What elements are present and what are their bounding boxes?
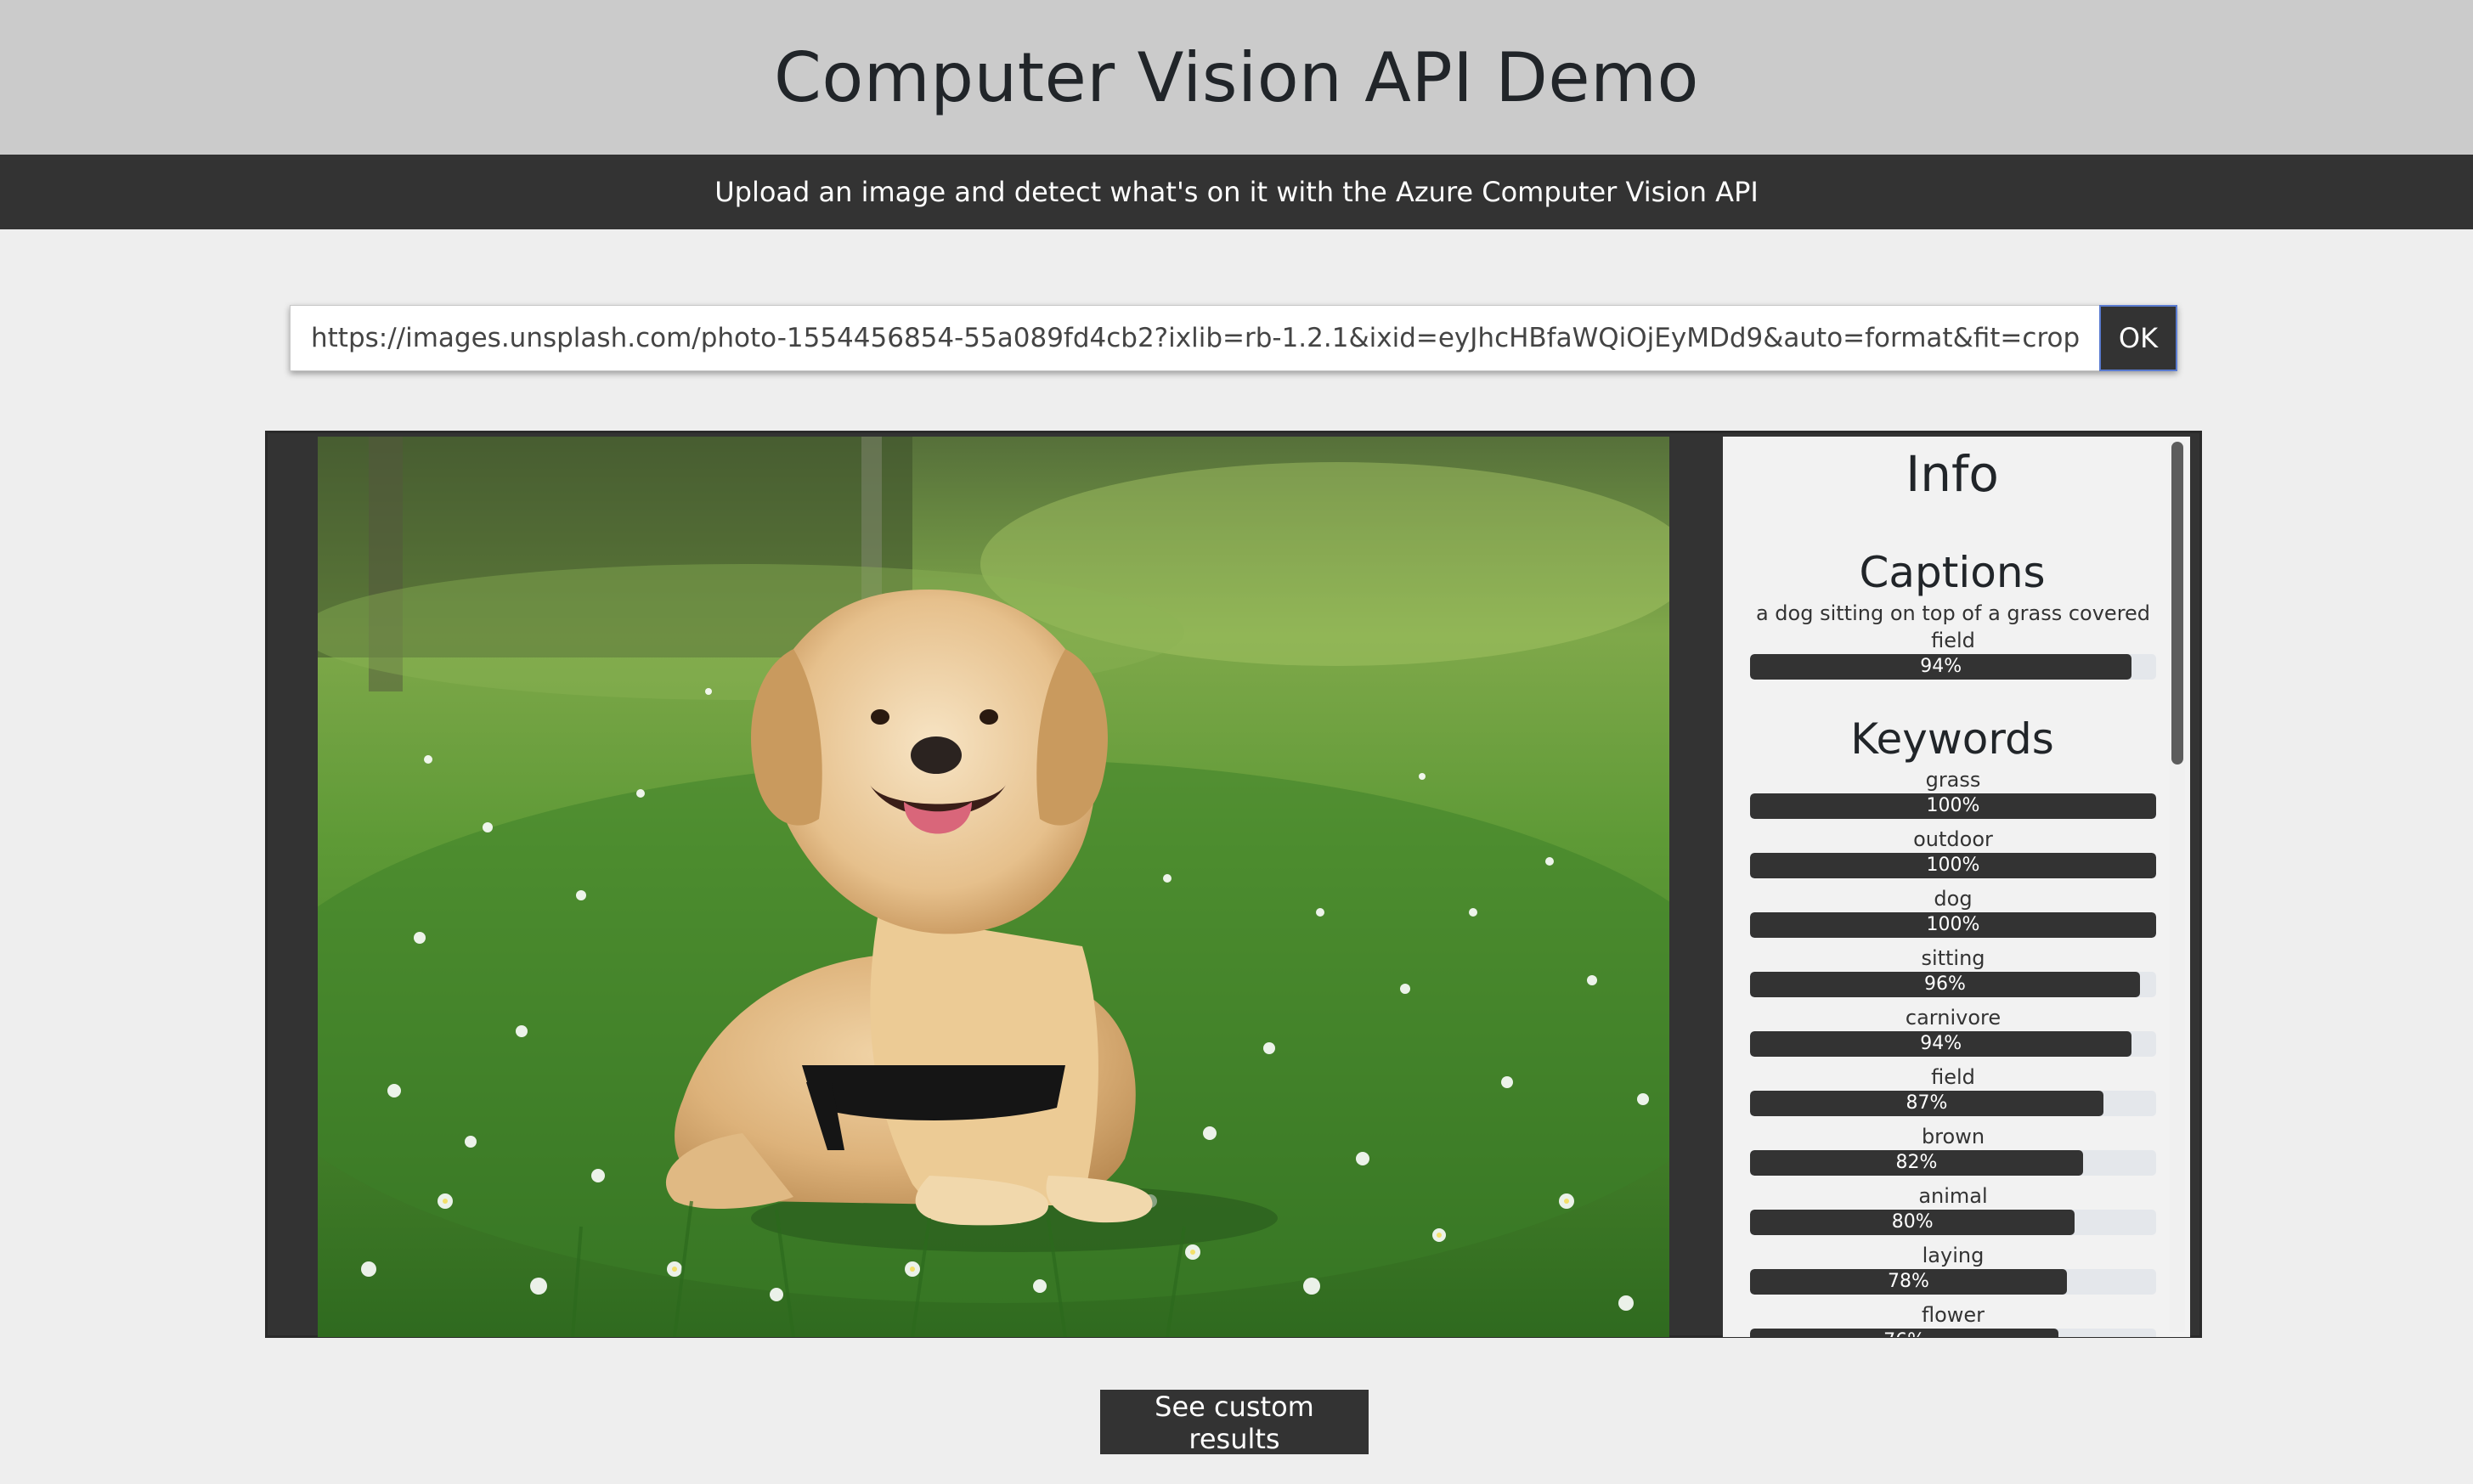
- image-url-input[interactable]: [290, 305, 2099, 371]
- keyword-confidence-bar: 96%: [1750, 972, 2156, 997]
- ok-button[interactable]: OK: [2099, 305, 2177, 371]
- keyword-label: dog: [1934, 887, 1973, 911]
- keyword-confidence-fill: 96%: [1750, 972, 2140, 997]
- keyword-confidence-bar: 82%: [1750, 1150, 2156, 1176]
- subtitle-text: Upload an image and detect what's on it …: [714, 176, 1759, 208]
- keyword-confidence-fill: 80%: [1750, 1210, 2075, 1235]
- subtitle-bar: Upload an image and detect what's on it …: [0, 155, 2473, 229]
- keyword-confidence-bar: 78%: [1750, 1269, 2156, 1295]
- info-panel[interactable]: Info Captions a dog sitting on top of a …: [1723, 437, 2190, 1337]
- keywords-heading: Keywords: [1850, 714, 2054, 764]
- result-panel: Info Captions a dog sitting on top of a …: [265, 431, 2202, 1338]
- keyword-confidence-fill: 82%: [1750, 1150, 2083, 1176]
- header: Computer Vision API Demo: [0, 0, 2473, 155]
- keyword-label: outdoor: [1913, 827, 1993, 851]
- caption-confidence-bar: 94%: [1750, 654, 2156, 680]
- keyword-item: grass 100%: [1750, 766, 2156, 819]
- keyword-confidence-fill: 76%: [1750, 1329, 2059, 1337]
- keyword-label: sitting: [1921, 946, 1985, 970]
- keyword-confidence-bar: 100%: [1750, 793, 2156, 819]
- keyword-label: carnivore: [1905, 1006, 2002, 1030]
- info-scrollbar[interactable]: [2170, 442, 2185, 1332]
- keyword-item: field 87%: [1750, 1064, 2156, 1116]
- keyword-confidence-fill: 100%: [1750, 793, 2156, 819]
- analyzed-image: [318, 437, 1669, 1337]
- keyword-label: grass: [1925, 768, 1981, 792]
- keyword-item: outdoor 100%: [1750, 826, 2156, 878]
- keyword-item: flower 76%: [1750, 1301, 2156, 1337]
- info-title: Info: [1906, 445, 1999, 503]
- captions-heading: Captions: [1859, 548, 2046, 597]
- caption-text: a dog sitting on top of a grass covered …: [1755, 601, 2151, 652]
- keyword-confidence-fill: 100%: [1750, 853, 2156, 878]
- keyword-label: laying: [1922, 1244, 1985, 1267]
- page-title: Computer Vision API Demo: [774, 37, 1699, 117]
- keyword-list: grass 100% outdoor 100% dog 100% sitting…: [1723, 766, 2182, 1337]
- keyword-confidence-bar: 80%: [1750, 1210, 2156, 1235]
- keyword-item: sitting 96%: [1750, 945, 2156, 997]
- keyword-confidence-bar: 87%: [1750, 1091, 2156, 1116]
- info-content: Info Captions a dog sitting on top of a …: [1723, 437, 2182, 1337]
- keyword-label: field: [1931, 1065, 1975, 1089]
- keyword-item: animal 80%: [1750, 1182, 2156, 1235]
- caption-confidence-fill: 94%: [1750, 654, 2132, 680]
- keyword-confidence-bar: 76%: [1750, 1329, 2156, 1337]
- page: Computer Vision API Demo Upload an image…: [0, 0, 2473, 1484]
- keyword-item: laying 78%: [1750, 1242, 2156, 1295]
- caption-item: a dog sitting on top of a grass covered …: [1750, 600, 2156, 680]
- keyword-confidence-fill: 87%: [1750, 1091, 2103, 1116]
- dog-photo: [318, 437, 1669, 1337]
- keyword-confidence-bar: 100%: [1750, 912, 2156, 938]
- keyword-item: dog 100%: [1750, 885, 2156, 938]
- keyword-confidence-fill: 100%: [1750, 912, 2156, 938]
- keyword-confidence-bar: 100%: [1750, 853, 2156, 878]
- keyword-confidence-bar: 94%: [1750, 1031, 2156, 1057]
- keyword-confidence-fill: 78%: [1750, 1269, 2067, 1295]
- url-form: OK: [290, 305, 2177, 371]
- keyword-label: animal: [1918, 1184, 1988, 1208]
- keyword-label: brown: [1921, 1125, 1985, 1148]
- keyword-confidence-fill: 94%: [1750, 1031, 2132, 1057]
- see-custom-results-button[interactable]: See custom results: [1100, 1390, 1369, 1455]
- keyword-item: carnivore 94%: [1750, 1004, 2156, 1057]
- keyword-item: brown 82%: [1750, 1123, 2156, 1176]
- keyword-label: flower: [1921, 1303, 1985, 1327]
- info-scrollbar-thumb[interactable]: [2171, 442, 2183, 765]
